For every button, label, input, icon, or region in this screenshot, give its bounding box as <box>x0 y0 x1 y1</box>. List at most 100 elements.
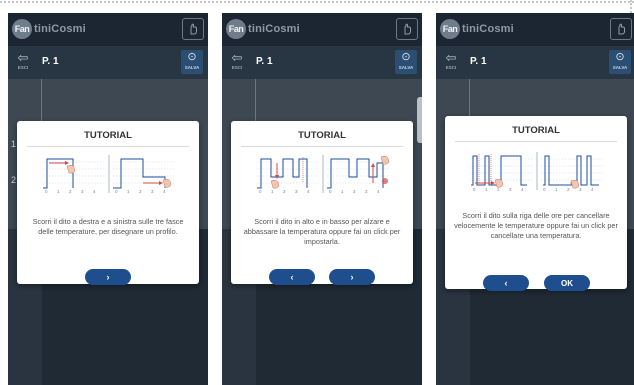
axis-tick-label: 0 <box>45 189 48 194</box>
axis-tick-label: 2 <box>139 189 142 194</box>
axis-tick-label: 3 <box>365 189 368 194</box>
row-number: 1 <box>11 139 17 149</box>
prev-button[interactable]: ‹ <box>483 275 529 291</box>
axis-tick-label: 4 <box>93 189 96 194</box>
dialog-title: TUTORIAL <box>512 125 560 136</box>
tutorial-illustration: 0 1 2 3 4 0 1 2 3 4 <box>257 155 390 194</box>
logo-text: tiniCosmi <box>462 23 514 35</box>
top-dotted-border <box>0 1 634 3</box>
tutorial-illustration: 0 1 2 3 4 0 1 2 3 4 <box>471 152 603 192</box>
axis-tick-label: 0 <box>115 189 118 194</box>
axis-tick-label: 1 <box>57 189 60 194</box>
program-title: P. 1 <box>256 56 273 67</box>
top-bar: Fan tiniCosmi <box>436 13 634 46</box>
program-title: P. 1 <box>470 56 487 67</box>
title-divider <box>241 146 403 147</box>
app-logo: Fan tiniCosmi <box>12 19 86 39</box>
dialog-title: TUTORIAL <box>298 130 346 141</box>
app-logo: Fan tiniCosmi <box>440 19 514 39</box>
exit-button[interactable]: ⇦ ESCI <box>440 51 462 75</box>
ok-button[interactable]: OK <box>544 275 590 291</box>
chevron-right-icon: › <box>350 272 354 282</box>
axis-tick-label: 1 <box>485 187 488 192</box>
dialog-title: TUTORIAL <box>84 130 132 141</box>
sub-header: ⇦ ESCI P. 1 ⊙ SALVA <box>8 46 208 79</box>
next-button[interactable]: › <box>329 269 375 285</box>
axis-tick-label: 3 <box>151 189 154 194</box>
logo-text: tiniCosmi <box>34 23 86 35</box>
axis-tick-label: 1 <box>555 187 558 192</box>
axis-tick-label: 0 <box>543 187 546 192</box>
exit-label: ESCI <box>445 65 457 70</box>
title-divider <box>27 146 189 147</box>
top-bar: Fan tiniCosmi <box>8 13 208 46</box>
axis-tick-label: 3 <box>579 187 582 192</box>
hand-icon <box>404 23 411 35</box>
hand-icon-button[interactable] <box>396 18 418 40</box>
scroll-handle[interactable] <box>417 97 422 143</box>
save-label: SALVA <box>398 65 414 70</box>
axis-tick-label: 2 <box>69 189 72 194</box>
hand-icon <box>190 23 197 35</box>
tutorial-dialog: TUTORIAL 0 1 2 3 4 0 1 2 3 4 Scorri il dito in a… <box>231 121 413 285</box>
axis-tick-label: 4 <box>307 189 310 194</box>
save-button[interactable]: ⊙ SALVA <box>609 50 631 74</box>
phone-screen-1: Fan tiniCosmi ⇦ ESCI P. 1 ⊙ SALVA 1 2 TU… <box>8 13 208 385</box>
check-circle-icon: ⊙ <box>187 51 197 63</box>
axis-tick-label: 3 <box>81 189 84 194</box>
dialog-text: Scorri il dito sulla riga delle ore per … <box>454 211 618 240</box>
axis-tick-label: 2 <box>567 187 570 192</box>
chevron-left-icon: ‹ <box>290 272 294 282</box>
hand-icon-button[interactable] <box>182 18 204 40</box>
dialog-text: Scorri il dito a destra e a sinistra sul… <box>32 217 184 236</box>
exit-label: ESCI <box>17 65 29 70</box>
ok-label: OK <box>561 278 573 288</box>
tutorial-dialog: TUTORIAL 0 1 2 3 4 0 1 2 3 4 Scorri il dito a de… <box>17 121 199 285</box>
axis-tick-label: 0 <box>259 189 262 194</box>
title-divider <box>455 141 617 142</box>
exit-button[interactable]: ⇦ ESCI <box>226 51 248 75</box>
phone-screen-2: Fan tiniCosmi ⇦ ESCI P. 1 ⊙ SALVA TUTORI… <box>222 13 422 385</box>
axis-tick-label: 1 <box>127 189 130 194</box>
axis-tick-label: 4 <box>163 189 166 194</box>
axis-tick-label: 3 <box>295 189 298 194</box>
check-circle-icon: ⊙ <box>401 51 411 63</box>
logo-text: tiniCosmi <box>248 23 300 35</box>
check-circle-icon: ⊙ <box>615 51 625 63</box>
row-number: 2 <box>11 175 17 185</box>
save-button[interactable]: ⊙ SALVA <box>181 50 203 74</box>
app-logo: Fan tiniCosmi <box>226 19 300 39</box>
program-title: P. 1 <box>42 56 59 67</box>
prev-button[interactable]: ‹ <box>269 269 315 285</box>
exit-icon: ⇦ <box>231 50 243 65</box>
axis-tick-label: 2 <box>497 187 500 192</box>
tutorial-illustration: 0 1 2 3 4 0 1 2 3 4 <box>43 155 175 194</box>
hand-icon-button[interactable] <box>610 18 632 40</box>
exit-icon: ⇦ <box>445 50 457 65</box>
axis-tick-label: 0 <box>329 189 332 194</box>
save-label: SALVA <box>612 65 628 70</box>
next-button[interactable]: › <box>85 269 131 285</box>
hand-icon <box>618 23 625 35</box>
save-label: SALVA <box>184 65 200 70</box>
axis-tick-label: 4 <box>591 187 594 192</box>
sub-header: ⇦ ESCI P. 1 ⊙ SALVA <box>222 46 422 79</box>
logo-badge: Fan <box>12 19 32 39</box>
exit-button[interactable]: ⇦ ESCI <box>12 51 34 75</box>
logo-badge: Fan <box>440 19 460 39</box>
axis-tick-label: 2 <box>283 189 286 194</box>
axis-tick-label: 4 <box>377 189 380 194</box>
logo-badge: Fan <box>226 19 246 39</box>
sub-header: ⇦ ESCI P. 1 ⊙ SALVA <box>436 46 634 79</box>
axis-tick-label: 3 <box>509 187 512 192</box>
axis-tick-label: 4 <box>521 187 524 192</box>
exit-icon: ⇦ <box>17 50 29 65</box>
exit-label: ESCI <box>231 65 243 70</box>
dialog-text: Scorri il dito in alto e in basso per al… <box>243 217 401 246</box>
axis-tick-label: 1 <box>271 189 274 194</box>
save-button[interactable]: ⊙ SALVA <box>395 50 417 74</box>
axis-tick-label: 0 <box>473 187 476 192</box>
chevron-right-icon: › <box>106 272 110 282</box>
axis-tick-label: 1 <box>341 189 344 194</box>
chevron-left-icon: ‹ <box>504 278 508 288</box>
